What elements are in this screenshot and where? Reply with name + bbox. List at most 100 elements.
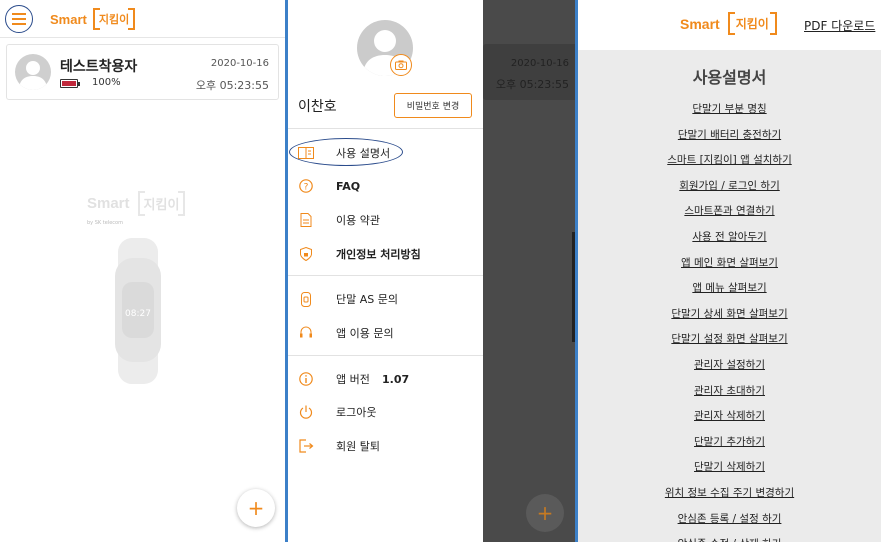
manual-title: 사용설명서 — [692, 68, 767, 87]
drawer-screen: 2020-10-16 오후 05:23:55 + 이찬호 비밀번호 변경 사용 — [288, 0, 575, 542]
watermark-subtext: by SK telecom — [87, 220, 123, 226]
watch-illustration: 08:27 — [115, 238, 161, 384]
exit-icon — [298, 438, 314, 454]
svg-text:?: ? — [304, 183, 309, 193]
menu-label: FAQ — [336, 179, 361, 193]
menu-item-app-version: 앱 버전 1.07 — [288, 364, 483, 394]
toc-item: 단말기 부분 명칭 — [578, 97, 881, 123]
info-icon — [298, 371, 314, 387]
camera-button[interactable] — [390, 54, 412, 76]
device-icon — [298, 291, 314, 307]
brand-logo: Smart 지킴이 — [680, 12, 777, 35]
manual-table-of-contents: 단말기 부분 명칭단말기 배터리 충전하기스마트 [지킴이] 앱 설치하기회원가… — [578, 97, 881, 542]
toc-link[interactable]: 관리자 설정하기 — [694, 359, 765, 371]
hamburger-menu-button[interactable] — [5, 5, 33, 33]
camera-icon — [395, 60, 407, 70]
toc-link[interactable]: 앱 메뉴 살펴보기 — [692, 282, 766, 294]
watch-time-text: 08:27 — [125, 309, 151, 319]
manual-screen: Smart 지킴이 PDF 다운로드 사용설명서 단말기 부분 명칭단말기 배터… — [578, 0, 881, 542]
menu-item-terms[interactable]: 이용 약관 — [288, 205, 483, 235]
toc-item: 앱 메인 화면 살펴보기 — [578, 251, 881, 277]
menu-label: 이용 약관 — [336, 214, 380, 227]
toc-link[interactable]: 단말기 상세 화면 살펴보기 — [671, 308, 787, 320]
pdf-download-link[interactable]: PDF 다운로드 — [804, 17, 875, 34]
toc-item: 스마트 [지킴이] 앱 설치하기 — [578, 148, 881, 174]
home-screen: Smart 지킴이 테스트착용자 100% 2020-10-16 오후 05:2… — [0, 0, 285, 542]
plus-icon: + — [247, 496, 265, 520]
device-card[interactable]: 테스트착용자 100% 2020-10-16 오후 05:23:55 — [6, 44, 279, 100]
person-icon — [19, 61, 47, 90]
highlight-ellipse — [289, 138, 403, 166]
toc-item: 회원가입 / 로그인 하기 — [578, 174, 881, 200]
toc-link[interactable]: 안심존 등록 / 설정 하기 — [678, 513, 782, 525]
menu-item-withdraw[interactable]: 회원 탈퇴 — [288, 431, 483, 461]
device-date: 2020-10-16 — [210, 58, 269, 69]
toc-link[interactable]: 단말기 설정 화면 살펴보기 — [671, 333, 787, 345]
toc-link[interactable]: 앱 메인 화면 살펴보기 — [681, 257, 778, 269]
toc-link[interactable]: 단말기 추가하기 — [694, 436, 765, 448]
toc-item: 관리자 초대하기 — [578, 379, 881, 405]
watermark-logo: Smart 지킴이 — [87, 191, 186, 216]
watermark-name-text: 지킴이 — [137, 191, 186, 216]
toc-item: 스마트폰과 연결하기 — [578, 199, 881, 225]
toc-item: 관리자 삭제하기 — [578, 404, 881, 430]
brand-name-text: 지킴이 — [727, 12, 777, 35]
background-add-button: + — [526, 494, 564, 532]
toc-item: 단말기 삭제하기 — [578, 455, 881, 481]
battery-icon — [60, 79, 80, 88]
toc-item: 사용 전 알아두기 — [578, 225, 881, 251]
menu-item-faq[interactable]: ? FAQ — [288, 171, 483, 201]
toc-item: 관리자 설정하기 — [578, 353, 881, 379]
toc-item: 앱 메뉴 살펴보기 — [578, 276, 881, 302]
hamburger-icon — [12, 13, 26, 25]
toc-link[interactable]: 단말기 배터리 충전하기 — [678, 129, 781, 141]
menu-item-logout[interactable]: 로그아웃 — [288, 397, 483, 427]
toc-item: 단말기 배터리 충전하기 — [578, 123, 881, 149]
menu-item-privacy[interactable]: 개인정보 처리방침 — [288, 239, 483, 269]
home-header: Smart 지킴이 — [0, 0, 285, 38]
menu-item-app-inquiry[interactable]: 앱 이용 문의 — [288, 318, 483, 348]
drawer-divider — [288, 355, 483, 356]
menu-label: 단말 AS 문의 — [336, 293, 398, 306]
menu-item-device-as[interactable]: 단말 AS 문의 — [288, 284, 483, 314]
toc-item: 안심존 수정 / 삭제 하기 — [578, 532, 881, 542]
brand-logo: Smart 지킴이 — [50, 8, 136, 30]
toc-item: 안심존 등록 / 설정 하기 — [578, 507, 881, 533]
toc-item: 위치 정보 수집 주기 변경하기 — [578, 481, 881, 507]
toc-link[interactable]: 회원가입 / 로그인 하기 — [679, 180, 780, 192]
toc-link[interactable]: 사용 전 알아두기 — [692, 231, 766, 243]
menu-label: 앱 이용 문의 — [336, 327, 394, 340]
background-device-time: 오후 05:23:55 — [495, 78, 569, 91]
toc-item: 단말기 설정 화면 살펴보기 — [578, 327, 881, 353]
drawer-divider — [288, 128, 483, 129]
device-time: 오후 05:23:55 — [195, 79, 269, 92]
background-plus-icon: + — [536, 501, 554, 525]
toc-link[interactable]: 관리자 초대하기 — [694, 385, 765, 397]
lock-icon — [298, 246, 314, 262]
add-device-button[interactable]: + — [237, 489, 275, 527]
toc-link[interactable]: 안심존 수정 / 삭제 하기 — [678, 538, 782, 542]
toc-link[interactable]: 단말기 부분 명칭 — [692, 103, 766, 115]
power-icon — [298, 404, 314, 420]
navigation-drawer: 이찬호 비밀번호 변경 사용 설명서 ? FAQ 이용 약관 개인정보 처리방침… — [288, 0, 483, 542]
toc-link[interactable]: 단말기 삭제하기 — [694, 461, 765, 473]
question-icon: ? — [298, 178, 314, 194]
menu-label: 개인정보 처리방침 — [336, 248, 421, 261]
toc-link[interactable]: 관리자 삭제하기 — [694, 410, 765, 422]
watermark-smart-text: Smart — [87, 195, 130, 212]
headset-icon — [298, 325, 314, 341]
document-icon — [298, 212, 314, 228]
brand-smart-text: Smart — [680, 15, 720, 32]
device-name: 테스트착용자 — [60, 59, 138, 75]
change-password-button[interactable]: 비밀번호 변경 — [394, 93, 472, 118]
user-name: 이찬호 — [298, 99, 337, 115]
menu-label: 로그아웃 — [336, 406, 377, 419]
brand-name-text: 지킴이 — [92, 8, 136, 30]
toc-item: 단말기 상세 화면 살펴보기 — [578, 302, 881, 328]
background-device-date: 2020-10-16 — [510, 58, 569, 69]
toc-link[interactable]: 위치 정보 수집 주기 변경하기 — [665, 487, 794, 499]
toc-link[interactable]: 스마트 [지킴이] 앱 설치하기 — [667, 154, 791, 166]
toc-link[interactable]: 스마트폰과 연결하기 — [684, 205, 774, 217]
avatar — [15, 54, 51, 90]
drawer-divider — [288, 275, 483, 276]
